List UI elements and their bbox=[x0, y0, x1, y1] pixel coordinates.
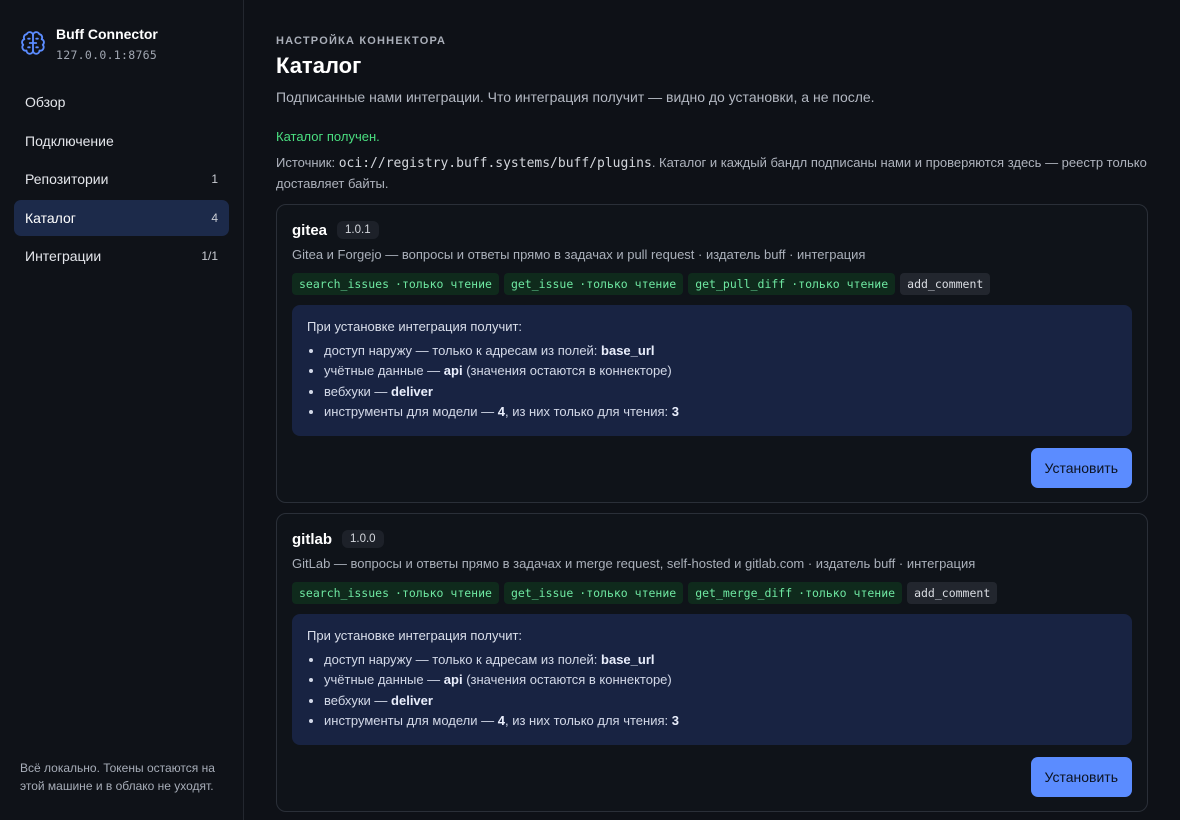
tool-name: get_pull_diff bbox=[695, 277, 786, 291]
tool-chip: get_pull_diff ·только чтение bbox=[688, 273, 896, 295]
permission-text: вебхуки — bbox=[324, 692, 392, 708]
tool-chip: search_issues ·только чтение bbox=[292, 582, 499, 605]
permission-webhooks: вебхуки — deliver bbox=[324, 382, 1117, 402]
tool-tag: ·только чтение bbox=[791, 277, 889, 291]
permissions-title: При установке интеграция получит: bbox=[307, 628, 523, 644]
permission-text: учётные данные — bbox=[324, 672, 444, 688]
page-subtitle: Подписанные нами интеграции. Что интегра… bbox=[276, 89, 875, 105]
sidebar-item-count: 1/1 bbox=[201, 249, 218, 263]
sidebar-item-label: Интеграции bbox=[25, 248, 102, 264]
tool-chip: get_issue ·только чтение bbox=[503, 582, 684, 605]
permission-value: deliver bbox=[391, 383, 433, 399]
source-prefix: Источник: bbox=[276, 155, 339, 170]
sidebar-footer-note: Всё локально. Токены остаются на этой ма… bbox=[20, 761, 215, 793]
permission-text: (значения остаются в коннекторе) bbox=[462, 363, 672, 379]
tool-name: get_issue bbox=[510, 586, 574, 601]
permission-text: доступ наружу — только к адресам из поле… bbox=[324, 652, 602, 668]
permission-text: инструменты для модели — bbox=[324, 403, 498, 419]
install-button[interactable]: Установить bbox=[1030, 757, 1132, 798]
tool-list: search_issues ·только чтение get_issue ·то… bbox=[292, 273, 1132, 295]
tool-chip: add_comment bbox=[907, 582, 998, 605]
permission-value: base_url bbox=[601, 652, 655, 668]
permission-network: доступ наружу — только к адресам из поле… bbox=[324, 341, 1117, 361]
sidebar-item-catalog[interactable]: Каталог 4 bbox=[14, 199, 229, 236]
permissions-box: При установке интеграция получит: доступ… bbox=[292, 305, 1132, 437]
integration-card-gitea: gitea 1.0.1 Gitea и Forgejo — вопросы и … bbox=[276, 204, 1148, 504]
sidebar-item-connection[interactable]: Подключение bbox=[14, 123, 229, 159]
page-title: Каталог bbox=[276, 53, 362, 78]
permission-text: учётные данные — bbox=[324, 363, 444, 379]
permission-text: инструменты для модели — bbox=[324, 713, 498, 729]
integration-name: gitea bbox=[292, 221, 328, 239]
integration-card-gitlab: gitlab 1.0.0 GitLab — вопросы и ответы п… bbox=[276, 513, 1148, 813]
tool-tag: ·только чтение bbox=[798, 586, 896, 601]
permission-value: api bbox=[443, 363, 463, 379]
permission-text: (значения остаются в коннекторе) bbox=[462, 672, 672, 688]
tool-tag: ·только чтение bbox=[395, 277, 492, 291]
permissions-box: При установке интеграция получит: доступ… bbox=[292, 614, 1132, 746]
tool-chip: add_comment bbox=[900, 273, 991, 295]
permission-value: 3 bbox=[671, 713, 679, 729]
permissions-title: При установке интеграция получит: bbox=[307, 319, 523, 334]
tool-name: add_comment bbox=[907, 277, 984, 291]
catalog-status: Каталог получен. bbox=[276, 129, 380, 144]
permission-text: доступ наружу — только к адресам из поле… bbox=[324, 343, 602, 358]
sidebar-item-integrations[interactable]: Интеграции 1/1 bbox=[14, 238, 229, 274]
tool-name: search_issues bbox=[299, 277, 390, 291]
tool-name: get_merge_diff bbox=[695, 586, 793, 601]
permission-credentials: учётные данные — api (значения остаются … bbox=[324, 361, 1117, 381]
tool-chip: get_merge_diff ·только чтение bbox=[688, 582, 903, 605]
sidebar-item-label: Обзор bbox=[25, 94, 66, 110]
brain-icon bbox=[21, 31, 45, 55]
catalog-source: Источник: oci://registry.buff.systems/bu… bbox=[276, 153, 1148, 194]
permissions-list: доступ наружу — только к адресам из поле… bbox=[307, 341, 1117, 422]
sidebar-nav: Обзор Подключение Репозитории 1 Каталог … bbox=[0, 84, 243, 274]
permission-webhooks: вебхуки — deliver bbox=[324, 691, 1117, 711]
tool-list: search_issues ·только чтение get_issue ·то… bbox=[292, 582, 1132, 605]
tool-chip: search_issues ·только чтение bbox=[292, 273, 499, 295]
permission-value: deliver bbox=[391, 692, 433, 708]
sidebar-item-overview[interactable]: Обзор bbox=[14, 84, 229, 120]
permission-text: , из них только для чтения: bbox=[504, 713, 672, 729]
main-content: НАСТРОЙКА КОННЕКТОРА Каталог Подписанные… bbox=[244, 0, 1180, 820]
integration-description: Gitea и Forgejo — вопросы и ответы прямо… bbox=[292, 247, 866, 262]
sidebar-item-count: 4 bbox=[211, 210, 218, 225]
permissions-list: доступ наружу — только к адресам из поле… bbox=[307, 650, 1117, 731]
permission-tools: инструменты для модели — 4, из них тольк… bbox=[324, 402, 1117, 422]
tool-tag: ·только чтение bbox=[395, 586, 492, 601]
app-host: 127.0.0.1:8765 bbox=[56, 48, 158, 62]
permission-text: , из них только для чтения: bbox=[504, 403, 672, 419]
permission-text: вебхуки — bbox=[324, 383, 392, 399]
tool-name: add_comment bbox=[914, 586, 991, 601]
version-badge: 1.0.0 bbox=[342, 530, 384, 549]
sidebar-item-label: Репозитории bbox=[25, 171, 109, 187]
install-button[interactable]: Установить bbox=[1030, 448, 1132, 489]
permission-value: 4 bbox=[497, 403, 505, 419]
permission-value: 4 bbox=[497, 713, 505, 729]
integration-description: GitLab — вопросы и ответы прямо в задача… bbox=[292, 556, 976, 572]
page-eyebrow: НАСТРОЙКА КОННЕКТОРА bbox=[276, 35, 447, 47]
permission-tools: инструменты для модели — 4, из них тольк… bbox=[324, 711, 1117, 731]
app-name: Buff Connector bbox=[56, 26, 158, 42]
permission-value: base_url bbox=[601, 343, 655, 358]
sidebar: Buff Connector 127.0.0.1:8765 Обзор Подк… bbox=[0, 0, 244, 820]
sidebar-item-count: 1 bbox=[211, 172, 218, 186]
permission-value: 3 bbox=[671, 403, 679, 419]
permission-network: доступ наружу — только к адресам из поле… bbox=[324, 650, 1117, 670]
source-url: oci://registry.buff.systems/buff/plugins bbox=[338, 156, 652, 171]
tool-chip: get_issue ·только чтение bbox=[503, 273, 684, 295]
sidebar-item-repositories[interactable]: Репозитории 1 bbox=[14, 161, 229, 197]
version-badge: 1.0.1 bbox=[337, 221, 379, 239]
tool-name: get_issue bbox=[510, 277, 574, 291]
tool-tag: ·только чтение bbox=[579, 277, 677, 291]
tool-tag: ·только чтение bbox=[579, 586, 677, 601]
integration-name: gitlab bbox=[292, 530, 332, 548]
sidebar-item-label: Каталог bbox=[25, 209, 76, 226]
permission-value: api bbox=[443, 672, 463, 688]
sidebar-item-label: Подключение bbox=[25, 132, 114, 149]
tool-name: search_issues bbox=[299, 586, 390, 601]
brand: Buff Connector 127.0.0.1:8765 bbox=[0, 0, 243, 62]
permission-credentials: учётные данные — api (значения остаются … bbox=[324, 670, 1117, 690]
